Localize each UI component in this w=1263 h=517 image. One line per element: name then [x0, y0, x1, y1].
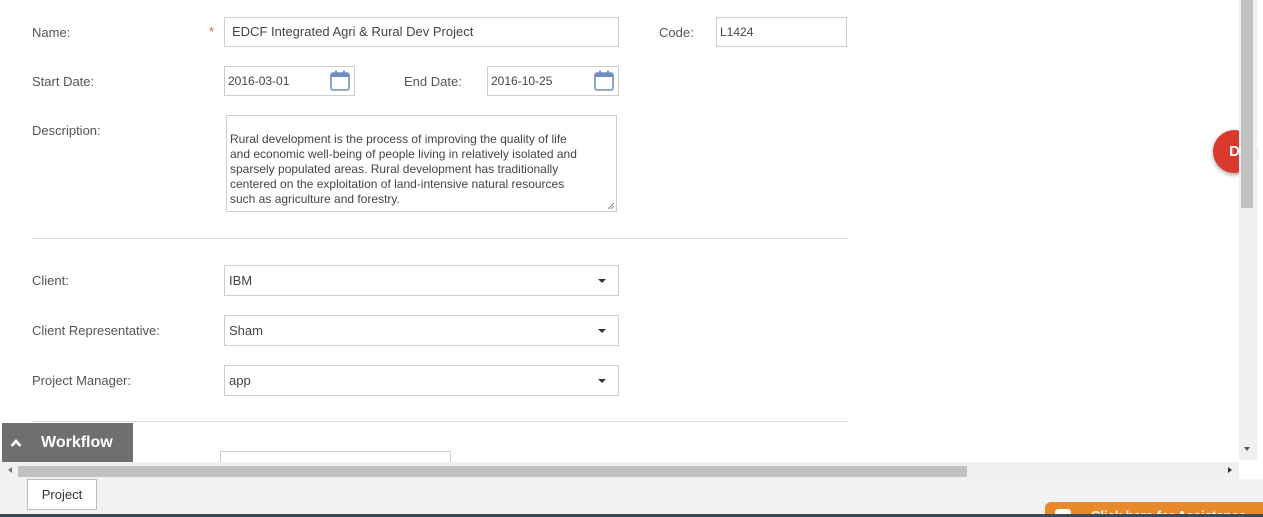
- project-manager-value: app: [229, 373, 251, 388]
- client-rep-value: Sham: [229, 323, 263, 338]
- client-rep-label: Client Representative:: [32, 323, 160, 338]
- client-select[interactable]: IBM: [224, 265, 619, 296]
- code-input[interactable]: L1424: [716, 17, 847, 47]
- start-date-calendar-icon[interactable]: [330, 70, 350, 91]
- chevron-down-icon: [598, 329, 606, 333]
- scroll-right-arrow-icon[interactable]: [1228, 467, 1232, 473]
- description-text: Rural development is the process of impr…: [230, 132, 577, 206]
- section-divider: [32, 421, 848, 422]
- code-label: Code:: [659, 25, 694, 40]
- workflow-label: Workflow: [41, 434, 113, 451]
- client-value: IBM: [229, 273, 253, 288]
- end-date-label: End Date:: [404, 74, 462, 89]
- chevron-down-icon: [598, 379, 606, 383]
- horizontal-scrollbar[interactable]: [0, 462, 1239, 479]
- chevron-down-icon: [598, 279, 606, 283]
- horizontal-scroll-thumb[interactable]: [18, 466, 967, 477]
- start-date-label: Start Date:: [32, 74, 95, 89]
- resize-handle-icon[interactable]: [607, 202, 615, 210]
- tab-project[interactable]: Project: [27, 479, 97, 510]
- project-manager-select[interactable]: app: [224, 365, 619, 396]
- description-label: Description:: [32, 123, 101, 138]
- workflow-toggle[interactable]: Workflow: [2, 423, 133, 463]
- scroll-down-arrow-icon[interactable]: [1244, 447, 1250, 451]
- vertical-scroll-thumb[interactable]: [1241, 0, 1253, 208]
- description-textarea[interactable]: Rural development is the process of impr…: [226, 115, 617, 212]
- end-date-calendar-icon[interactable]: [594, 70, 614, 91]
- required-marker: *: [209, 24, 215, 39]
- vertical-scrollbar[interactable]: [1239, 0, 1257, 460]
- section-divider: [32, 238, 848, 239]
- client-label: Client:: [32, 273, 69, 288]
- chevron-up-icon: [10, 439, 22, 447]
- name-label: Name:: [32, 25, 71, 40]
- client-rep-select[interactable]: Sham: [224, 315, 619, 346]
- scroll-left-arrow-icon[interactable]: [8, 467, 12, 473]
- name-input[interactable]: EDCF Integrated Agri & Rural Dev Project: [224, 17, 619, 47]
- project-manager-label: Project Manager:: [32, 373, 131, 388]
